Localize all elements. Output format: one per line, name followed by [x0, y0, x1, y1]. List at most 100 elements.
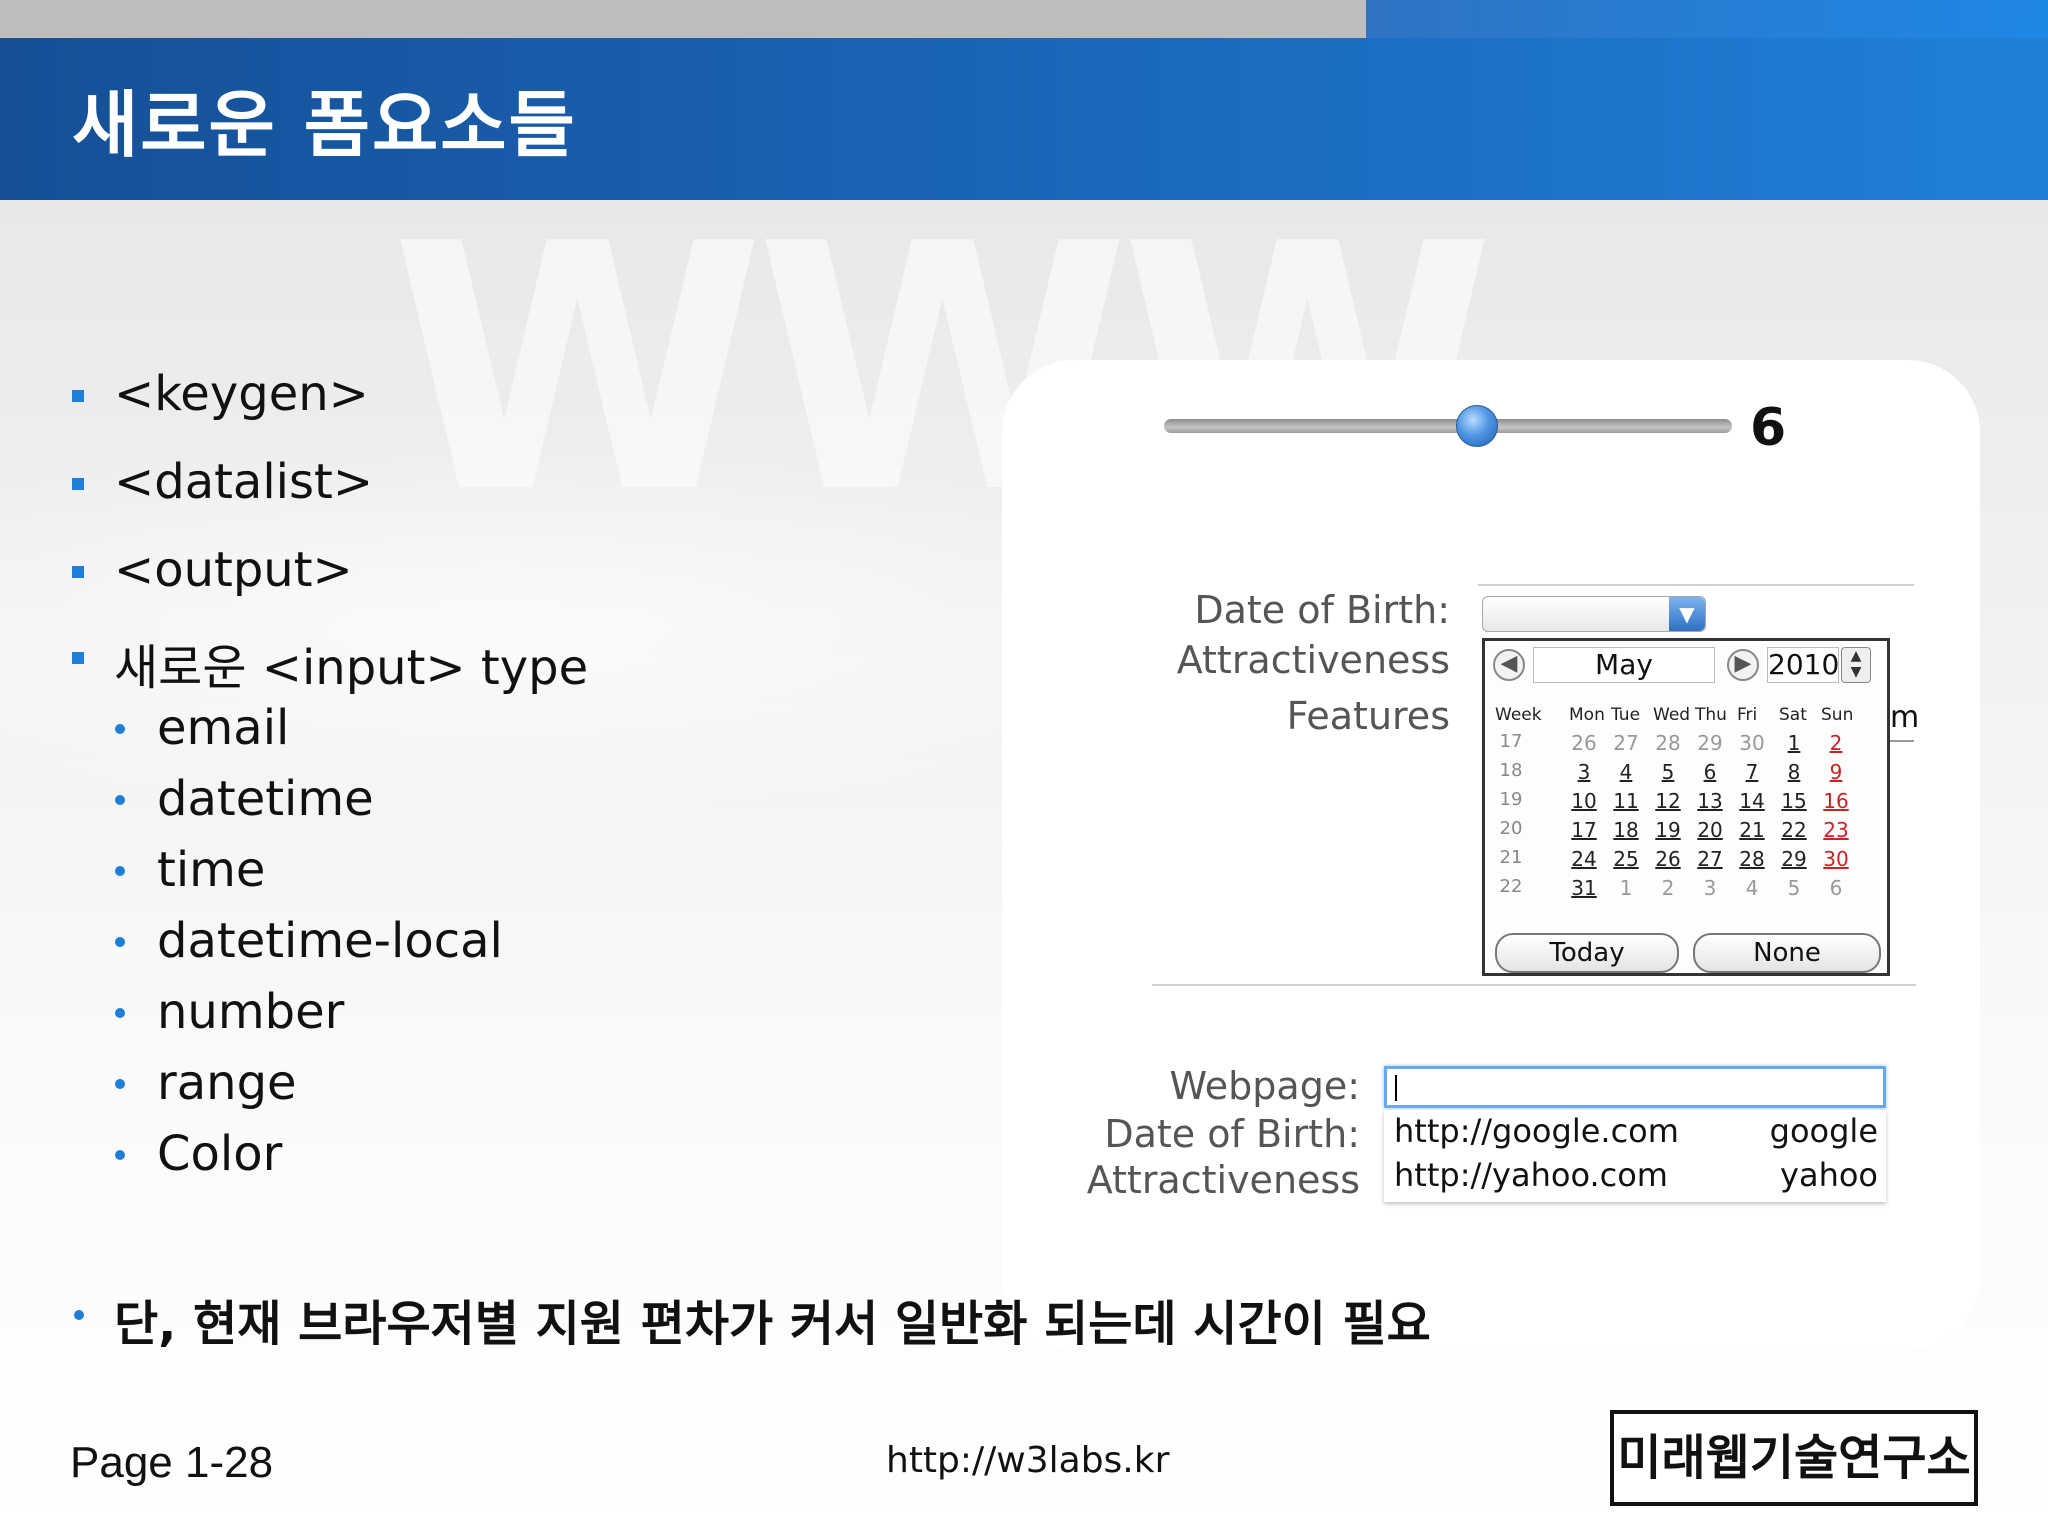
calendar-day[interactable]: 22: [1777, 818, 1811, 842]
calendar-day[interactable]: 13: [1693, 789, 1727, 813]
square-bullet-icon: [72, 478, 84, 490]
calendar-day[interactable]: 29: [1777, 847, 1811, 871]
datalist-option-label[interactable]: google: [1770, 1112, 1878, 1150]
calendar-day[interactable]: 23: [1819, 818, 1853, 842]
calendar-header-week: Week: [1495, 705, 1542, 725]
calendar-day: 2: [1661, 876, 1675, 900]
text-caret: [1395, 1075, 1397, 1101]
calendar-day[interactable]: 14: [1735, 789, 1769, 813]
datalist-option-label[interactable]: yahoo: [1780, 1156, 1878, 1194]
calendar-day[interactable]: 1: [1777, 731, 1811, 755]
subbullet-text: email: [157, 700, 290, 756]
lab-logo: 미래웹기술연구소: [1610, 1410, 1978, 1506]
calendar-day[interactable]: 8: [1777, 760, 1811, 784]
left-arrow-icon[interactable]: ◀: [1493, 649, 1525, 681]
calendar-day[interactable]: 11: [1609, 789, 1643, 813]
calendar-day[interactable]: 24: [1567, 847, 1601, 871]
square-bullet-icon: [72, 652, 84, 664]
calendar-day[interactable]: 31: [1567, 876, 1601, 900]
calendar-day[interactable]: 12: [1651, 789, 1685, 813]
dot-bullet-icon: [115, 795, 125, 805]
page-number: Page 1-28: [70, 1438, 274, 1487]
calendar-week-number: 21: [1499, 847, 1523, 868]
calendar-day: 6: [1829, 876, 1843, 900]
range-slider-track[interactable]: [1164, 419, 1732, 433]
subbullet-text: number: [157, 984, 345, 1040]
calendar-year[interactable]: 2010: [1767, 647, 1839, 683]
divider: [1478, 584, 1914, 586]
subbullet-text: datetime-local: [157, 913, 503, 969]
calendar-day[interactable]: 7: [1735, 760, 1769, 784]
dot-bullet-icon: [115, 1150, 125, 1160]
calendar-day[interactable]: 30: [1819, 847, 1853, 871]
calendar-day: 29: [1697, 731, 1723, 755]
calendar-header-thu: Thu: [1695, 705, 1727, 725]
calendar-day: 30: [1739, 731, 1765, 755]
calendar-day: 3: [1703, 876, 1717, 900]
calendar-day[interactable]: 3: [1567, 760, 1601, 784]
label-attractiveness-2: Attractiveness: [1086, 1158, 1360, 1202]
none-button[interactable]: None: [1693, 933, 1881, 973]
datalist-option-url[interactable]: http://google.com: [1394, 1112, 1679, 1150]
note-text: 단, 현재 브라우저별 지원 편차가 커서 일반화 되는데 시간이 필요: [114, 1296, 1431, 1352]
divider: [1152, 984, 1916, 986]
calendar-day[interactable]: 26: [1651, 847, 1685, 871]
calendar-header-sun: Sun: [1821, 705, 1854, 725]
calendar-day[interactable]: 15: [1777, 789, 1811, 813]
calendar-popup: ◀ May ▶ 2010 ▲ ▼ Week Mon Tue Wed Thu Fri Sat Su…: [1482, 638, 1890, 976]
calendar-header-fri: Fri: [1737, 705, 1758, 725]
dot-bullet-icon: [115, 937, 125, 947]
calendar-day[interactable]: 4: [1609, 760, 1643, 784]
calendar-day: 28: [1655, 731, 1681, 755]
bullet-text: 새로운 <input> type: [114, 640, 589, 696]
calendar-day[interactable]: 25: [1609, 847, 1643, 871]
square-bullet-icon: [72, 566, 84, 578]
today-button[interactable]: Today: [1495, 933, 1679, 973]
label-features: Features: [1286, 694, 1450, 738]
calendar-day[interactable]: 20: [1693, 818, 1727, 842]
calendar-day[interactable]: 28: [1735, 847, 1769, 871]
footer-url: http://w3labs.kr: [886, 1440, 1170, 1481]
calendar-header-wed: Wed: [1653, 705, 1691, 725]
calendar-week-number: 19: [1499, 789, 1523, 810]
calendar-week-number: 17: [1499, 731, 1523, 752]
calendar-day[interactable]: 6: [1693, 760, 1727, 784]
dropdown-arrow-icon[interactable]: ▼: [1669, 597, 1705, 631]
subbullet-text: range: [157, 1055, 297, 1111]
calendar-day[interactable]: 19: [1651, 818, 1685, 842]
bullet-text: <datalist>: [114, 454, 374, 510]
dot-bullet-icon: [115, 1008, 125, 1018]
subbullet-text: datetime: [157, 771, 374, 827]
subbullet-text: Color: [157, 1126, 283, 1182]
range-output-value: 6: [1750, 398, 1787, 458]
bullet-text: <keygen>: [114, 366, 369, 422]
calendar-day[interactable]: 2: [1819, 731, 1853, 755]
subbullet-text: time: [157, 842, 266, 898]
label-date-of-birth: Date of Birth:: [1194, 588, 1450, 632]
calendar-day: 27: [1613, 731, 1639, 755]
webpage-input[interactable]: [1384, 1066, 1886, 1108]
right-arrow-icon[interactable]: ▶: [1727, 649, 1759, 681]
calendar-month[interactable]: May: [1533, 647, 1715, 683]
datalist-option-url[interactable]: http://yahoo.com: [1394, 1156, 1668, 1194]
calendar-day[interactable]: 17: [1567, 818, 1601, 842]
date-picker-field[interactable]: ▼: [1482, 596, 1706, 632]
calendar-day[interactable]: 9: [1819, 760, 1853, 784]
square-bullet-icon: [72, 390, 84, 402]
calendar-header-tue: Tue: [1611, 705, 1641, 725]
top-strip-accent: [1366, 0, 2048, 38]
calendar-day: 26: [1571, 731, 1597, 755]
calendar-day[interactable]: 5: [1651, 760, 1685, 784]
calendar-day[interactable]: 18: [1609, 818, 1643, 842]
calendar-day[interactable]: 16: [1819, 789, 1853, 813]
year-spinner-icon[interactable]: ▲ ▼: [1841, 647, 1871, 683]
calendar-day[interactable]: 10: [1567, 789, 1601, 813]
calendar-header-sat: Sat: [1779, 705, 1807, 725]
calendar-day[interactable]: 21: [1735, 818, 1769, 842]
dot-bullet-icon: [115, 866, 125, 876]
calendar-week-number: 20: [1499, 818, 1523, 839]
label-date-of-birth-2: Date of Birth:: [1104, 1112, 1360, 1156]
slide-title: 새로운 폼요소들: [72, 83, 577, 167]
calendar-day[interactable]: 27: [1693, 847, 1727, 871]
calendar-day: 5: [1787, 876, 1801, 900]
